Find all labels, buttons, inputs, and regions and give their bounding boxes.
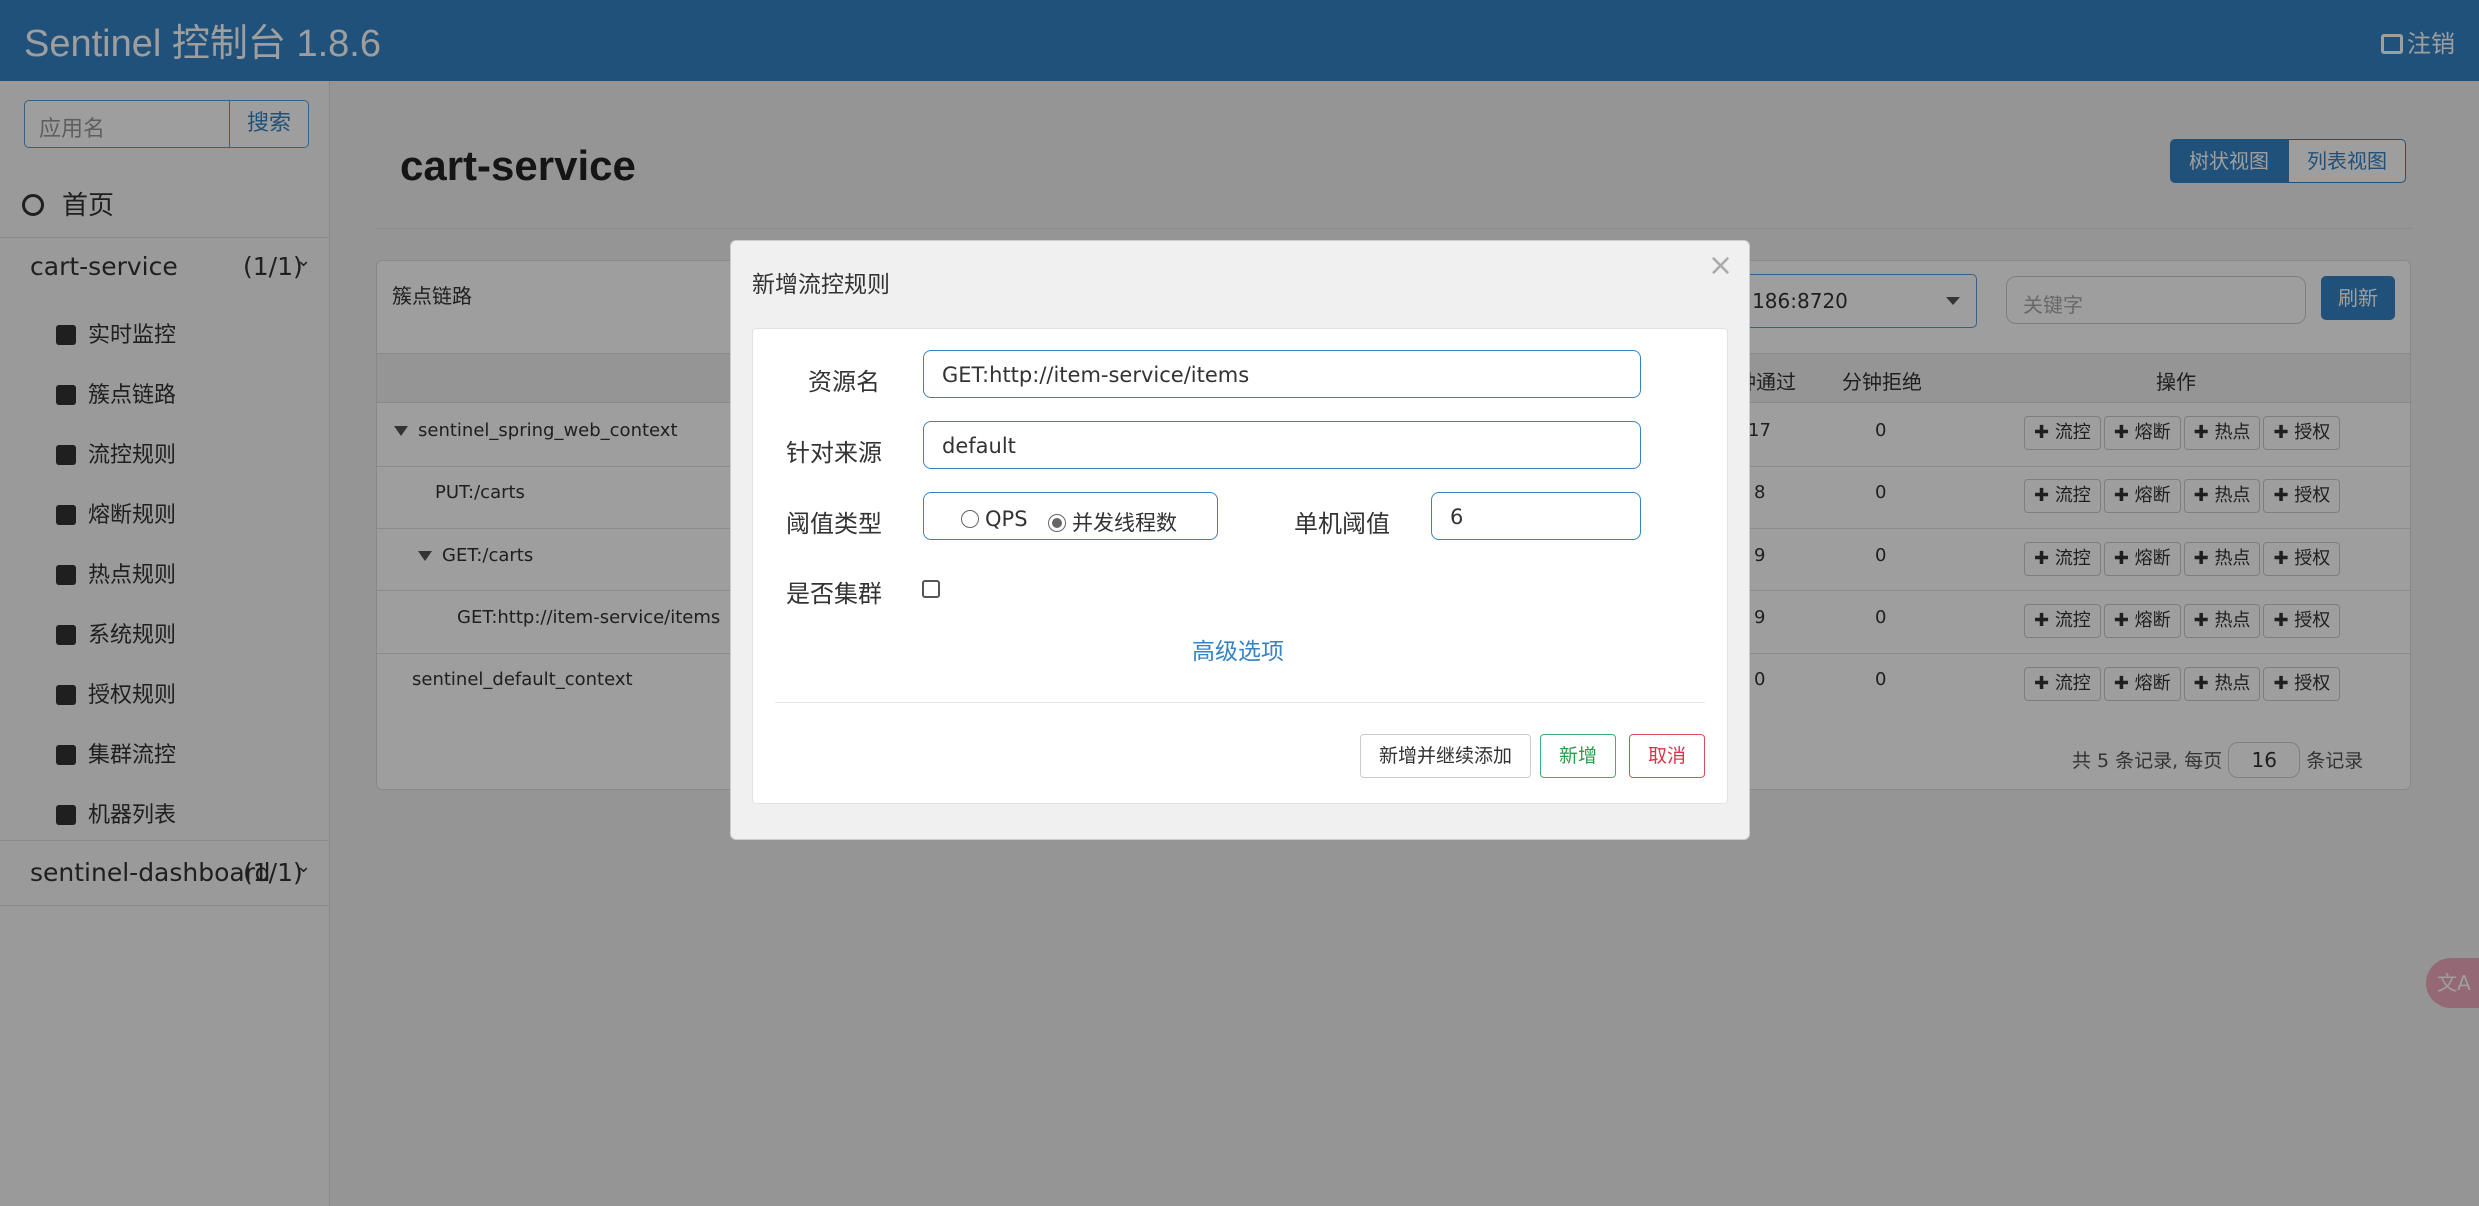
threshold-input[interactable]: 6 (1431, 492, 1641, 540)
grade-option-qps[interactable]: QPS (961, 507, 1028, 531)
add-and-continue-button[interactable]: 新增并继续添加 (1360, 734, 1532, 778)
add-button[interactable]: 新增 (1540, 734, 1617, 778)
dialog-title: 新增流控规则 (752, 272, 890, 298)
advanced-options-link[interactable]: 高级选项 (1192, 632, 1284, 666)
limit-app-input[interactable]: default (923, 421, 1641, 469)
cluster-label: 是否集群 (786, 580, 882, 608)
resource-input[interactable]: GET:http://item-service/items (923, 350, 1641, 398)
close-icon[interactable]: × (1708, 248, 1733, 283)
radio-label: 并发线程数 (1072, 511, 1177, 535)
dialog-footer-divider (775, 702, 1705, 703)
radio-label: QPS (985, 507, 1028, 531)
resource-label: 资源名 (808, 368, 880, 396)
grade-option-thread[interactable]: 并发线程数 (1048, 507, 1177, 537)
radio-icon (961, 510, 979, 528)
threshold-label: 单机阈值 (1294, 510, 1390, 538)
cancel-button[interactable]: 取消 (1629, 734, 1706, 778)
radio-checked-icon (1048, 514, 1066, 532)
dialog-body (752, 328, 1728, 804)
cluster-checkbox[interactable] (922, 580, 940, 598)
grade-label: 阈值类型 (786, 510, 882, 538)
limit-app-label: 针对来源 (786, 439, 882, 467)
